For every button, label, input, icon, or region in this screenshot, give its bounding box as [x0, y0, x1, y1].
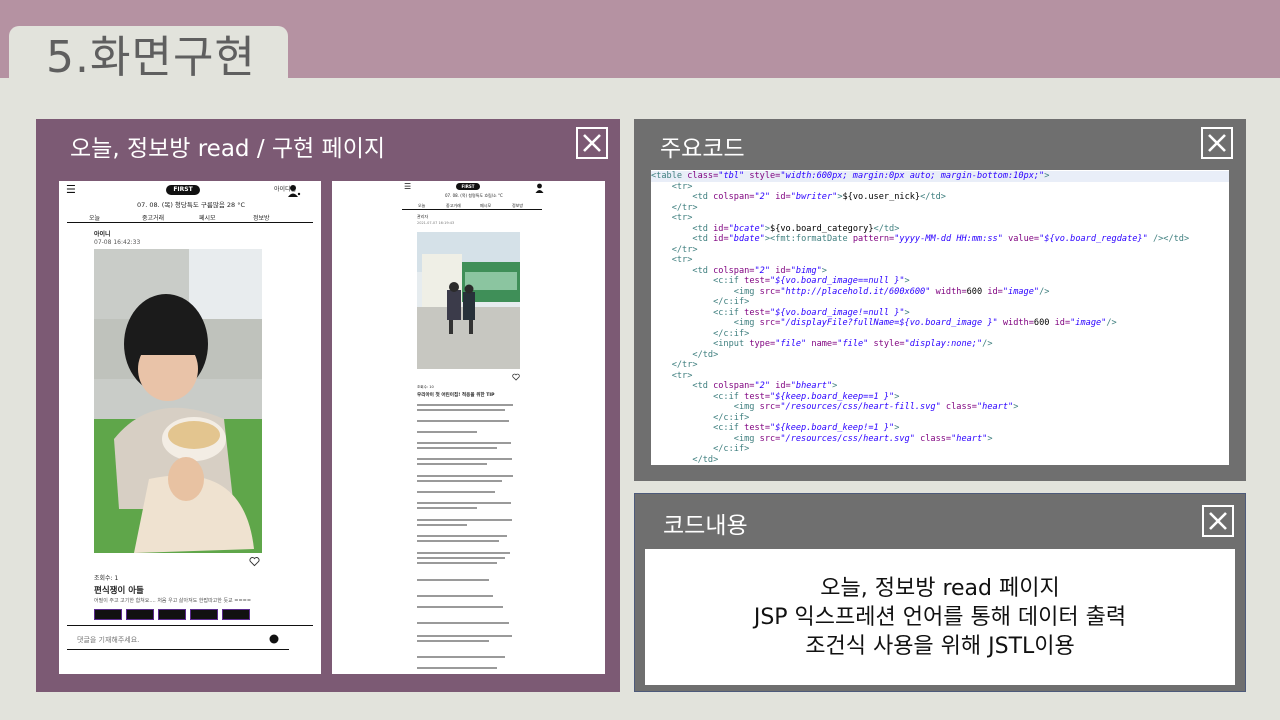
- date-weather: 07. 08. (목) 청당특도 구름많음 28 °C: [137, 201, 246, 209]
- panel-title: 코드내용: [663, 513, 748, 539]
- post-author: 관리자: [417, 214, 429, 219]
- comment-underline: [67, 649, 289, 650]
- action-button-5[interactable]: [222, 609, 250, 620]
- panel-title: 오늘, 정보방 read / 구현 페이지: [70, 136, 386, 162]
- code-line: </c:if>: [651, 444, 750, 454]
- close-icon[interactable]: [576, 127, 608, 159]
- view-count: 조회수: 1: [94, 575, 119, 582]
- post-timestamp: 07-08 16:42:33: [94, 239, 141, 246]
- post-timestamp: 2021-07-07 16:19:43: [417, 221, 455, 225]
- tab-pesimo[interactable]: 페시모: [199, 213, 216, 222]
- phone-screenshot-info: ☰ FIRST TIME 07. 08. (목) 청명특도 흐림/소 °C 오늘…: [332, 181, 605, 674]
- view-count: 조회수: 10: [417, 385, 434, 389]
- code-description-panel: 코드내용 오늘, 정보방 read 페이지 JSP 익스프레션 언어를 통해 데…: [634, 493, 1246, 692]
- code-line: <td colspan="2" id="bheart">: [651, 381, 838, 391]
- logo: FIRST TIME: [166, 185, 200, 203]
- code-line: <img src="/resources/css/heart-fill.svg"…: [651, 402, 1019, 412]
- close-icon[interactable]: [1201, 127, 1233, 159]
- logo: FIRST TIME: [456, 183, 480, 196]
- hamburger-icon[interactable]: ☰: [404, 182, 411, 191]
- action-button-2[interactable]: [126, 609, 154, 620]
- code-line: <img src="/resources/css/heart.svg" clas…: [651, 433, 993, 444]
- code-line: <c:if test="${keep.board_keep==1 }">: [651, 391, 900, 402]
- user-icon[interactable]: [535, 183, 544, 193]
- tab-market[interactable]: 중고거래: [142, 213, 164, 222]
- code-line: <td colspan="2" id="bwriter">${vo.user_n…: [651, 192, 946, 202]
- description-line: 조건식 사용을 위해 JSTL이용: [805, 633, 1075, 659]
- code-line: <c:if test="${keep.board_keep!=1 }">: [651, 423, 900, 433]
- description-line: 오늘, 정보방 read 페이지: [820, 575, 1060, 601]
- code-line: </c:if>: [651, 297, 750, 307]
- code-line: <table class="tbl" style="width:600px; m…: [651, 171, 1229, 182]
- heart-icon[interactable]: [249, 556, 260, 567]
- code-line: </td>: [651, 454, 719, 465]
- hamburger-icon[interactable]: ☰: [66, 183, 76, 196]
- code-line: <tr>: [651, 370, 693, 381]
- code-line: <img src="/displayFile?fullName=${vo.boa…: [651, 318, 1117, 328]
- code-line: <c:if test="${vo.board_image!=null }">: [651, 307, 910, 318]
- send-icon[interactable]: [269, 634, 279, 644]
- code-line: <tr>: [651, 181, 693, 192]
- code-line: <input type="file" name="file" style="di…: [651, 339, 993, 349]
- code-line: </tr>: [651, 360, 698, 370]
- heart-icon[interactable]: [512, 373, 520, 381]
- divider: [402, 209, 542, 210]
- user-icon[interactable]: [287, 184, 301, 198]
- code-line: <td colspan="2" id="bimg">: [651, 265, 827, 276]
- code-line: <c:if test="${vo.board_image==null }">: [651, 276, 910, 286]
- post-body: 어필이 주고 고기한 합쳐요.... 처음 우고 삶아져도 한밥따고한 듯교 =…: [94, 598, 252, 604]
- code-line: </td>: [651, 349, 719, 360]
- description-line: JSP 익스프레션 언어를 통해 데이터 출력: [753, 604, 1127, 630]
- tab-info[interactable]: 정보방: [253, 213, 270, 222]
- panel-title: 주요코드: [660, 136, 745, 162]
- code-line: <td id="bdate"><fmt:formatDate pattern="…: [651, 234, 1190, 244]
- action-button-1[interactable]: [94, 609, 122, 620]
- divider: [67, 625, 313, 626]
- code-line: </tr>: [651, 244, 698, 255]
- code-line: <img src="http://placehold.it/600x600" w…: [651, 286, 1050, 297]
- post-title: 편식쟁이 아들: [94, 586, 144, 596]
- code-line: </tr>: [651, 202, 698, 213]
- tab-today[interactable]: 오늘: [89, 213, 100, 222]
- slide-title: 5.화면구현: [46, 32, 256, 83]
- code-line: <tr>: [651, 255, 693, 265]
- main-code-panel: 주요코드 <table class="tbl" style="width:600…: [634, 119, 1246, 481]
- action-button-3[interactable]: [158, 609, 186, 620]
- code-line: <tr>: [651, 213, 693, 223]
- post-photo: [94, 249, 262, 553]
- divider: [67, 222, 313, 223]
- read-page-panel: 오늘, 정보방 read / 구현 페이지 ☰ FIRST TIME 아이디님 …: [36, 119, 620, 692]
- code-line: </c:if>: [651, 328, 750, 339]
- close-icon[interactable]: [1202, 505, 1234, 537]
- description-box: 오늘, 정보방 read 페이지 JSP 익스프레션 언어를 통해 데이터 출력…: [645, 549, 1235, 685]
- phone-screenshot-read: ☰ FIRST TIME 아이디님 07. 08. (목) 청당특도 구름많음 …: [59, 181, 321, 674]
- post-title: 우리아이 첫 어린이집! 적응을 위한 TIP: [417, 393, 495, 398]
- code-line: <td id="bcate">${vo.board_category}</td>: [651, 223, 900, 234]
- post-author: 아이니: [94, 231, 111, 238]
- code-viewer: <table class="tbl" style="width:600px; m…: [651, 170, 1229, 465]
- code-line: </c:if>: [651, 412, 750, 423]
- post-photo: [417, 232, 520, 369]
- comment-input[interactable]: 댓글을 기재해주세요.: [77, 635, 139, 645]
- date-weather: 07. 08. (목) 청명특도 흐림/소 °C: [445, 193, 503, 198]
- action-button-4[interactable]: [190, 609, 218, 620]
